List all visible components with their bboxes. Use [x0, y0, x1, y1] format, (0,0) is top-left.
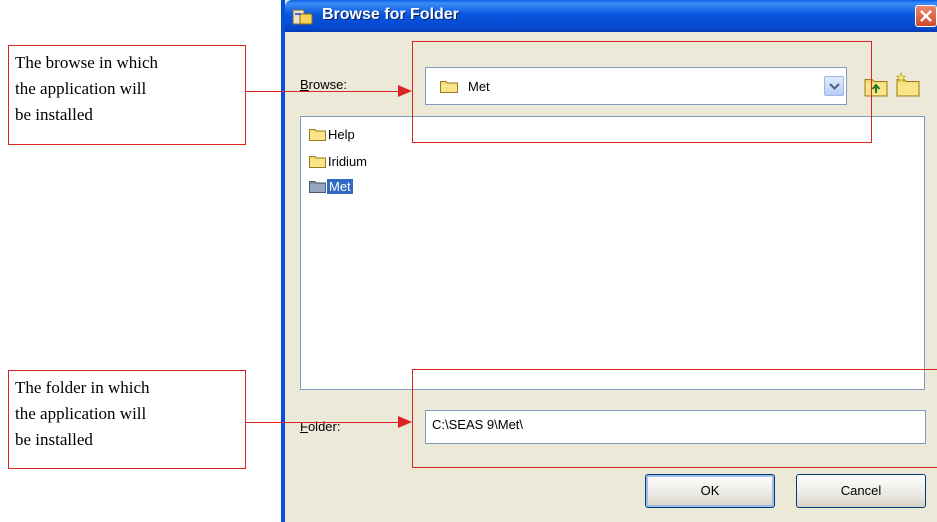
folder-icon [309, 156, 326, 168]
folder-highlight-box [412, 369, 937, 468]
close-icon [920, 10, 932, 22]
app-icon [291, 7, 315, 27]
browse-annotation: The browse in which the application will… [8, 45, 246, 145]
title-bar[interactable]: Browse for Folder [285, 0, 937, 32]
folder-arrowhead [398, 416, 412, 428]
dialog-title: Browse for Folder [322, 6, 459, 23]
new-folder-icon [896, 72, 920, 97]
browse-arrowhead [398, 85, 412, 97]
browse-label: Browse: [300, 77, 347, 92]
tree-item-label: Iridium [328, 154, 368, 169]
cancel-button[interactable]: Cancel [796, 474, 926, 508]
browse-connector-line [246, 91, 398, 92]
new-folder-button[interactable] [895, 71, 921, 99]
folder-icon [309, 181, 326, 193]
folder-annotation: The folder in which the application will… [8, 370, 246, 469]
browse-highlight-box [412, 41, 872, 143]
tree-item-label: Met [327, 179, 353, 194]
tree-item-label: Help [328, 127, 355, 142]
folder-connector-line [246, 422, 398, 423]
folder-tree[interactable]: Help Iridium Met [300, 116, 925, 390]
close-button[interactable] [915, 5, 937, 27]
ok-button[interactable]: OK [645, 474, 775, 508]
folder-icon [309, 129, 326, 141]
